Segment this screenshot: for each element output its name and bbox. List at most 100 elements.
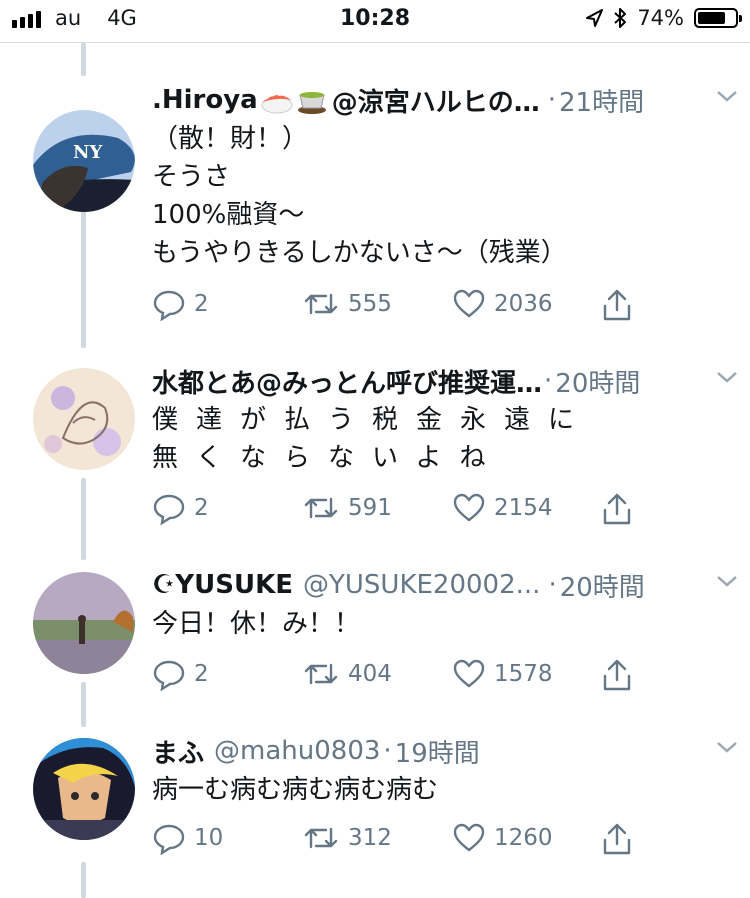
bluetooth-icon (614, 8, 627, 28)
like-icon (453, 289, 485, 318)
reply-button[interactable]: 2 (152, 287, 209, 321)
retweet-button[interactable]: 312 (302, 821, 392, 855)
tweet-text: 僕達が払う税金永遠に 無くならないよね (152, 401, 592, 477)
display-name[interactable]: .Hiroya (152, 85, 258, 115)
like-button[interactable]: 1260 (452, 821, 553, 855)
tweet-line: 100%融資〜 (152, 200, 305, 230)
like-count: 1578 (494, 661, 553, 687)
tweet-actions: 10 312 1260 (152, 821, 652, 861)
battery-percent: 74% (637, 6, 684, 30)
reply-icon (153, 290, 185, 321)
tweet[interactable]: NY .Hiroya @涼宮ハルヒの… · 21時間 （散！財！） そうさ 10… (0, 82, 750, 342)
retweet-icon (304, 663, 338, 685)
reply-icon (153, 660, 185, 691)
like-count: 1260 (494, 825, 553, 851)
retweet-button[interactable]: 591 (302, 491, 392, 525)
tweet-actions: 2 591 2154 (152, 491, 652, 531)
like-count: 2154 (494, 495, 553, 521)
tea-emoji-icon (297, 92, 326, 114)
like-icon (453, 823, 485, 852)
share-button[interactable] (600, 821, 634, 857)
like-icon (453, 493, 485, 522)
share-icon (603, 493, 631, 525)
thread-line (81, 43, 86, 76)
tweet-header: 水都とあ@みっとん呼び推奨運… · 20時間 (152, 363, 730, 399)
timestamp[interactable]: 21時間 (559, 82, 644, 119)
location-arrow-icon (586, 9, 604, 27)
status-right: 74% (585, 6, 742, 30)
tweet-actions: 2 555 2036 (152, 287, 652, 327)
share-button[interactable] (600, 287, 634, 323)
reply-count: 10 (194, 825, 224, 851)
share-icon (603, 289, 631, 321)
reply-button[interactable]: 2 (152, 657, 209, 691)
display-name[interactable]: 水都とあ@みっとん呼び推奨運… (152, 363, 542, 400)
tweet-header: .Hiroya @涼宮ハルヒの… · 21時間 (152, 82, 730, 118)
battery-level (698, 12, 725, 24)
avatar[interactable] (33, 572, 135, 674)
handle[interactable]: @mahu0803 (214, 736, 380, 766)
reply-icon (153, 494, 185, 525)
thread-line (81, 862, 86, 898)
retweet-icon (304, 497, 338, 519)
share-button[interactable] (600, 657, 634, 693)
separator-dot: · (383, 736, 392, 766)
retweet-button[interactable]: 404 (302, 657, 392, 691)
reply-count: 2 (194, 291, 209, 317)
retweet-count: 555 (348, 291, 392, 317)
like-button[interactable]: 2154 (452, 491, 553, 525)
retweet-button[interactable]: 555 (302, 287, 392, 321)
share-button[interactable] (600, 491, 634, 527)
timestamp[interactable]: 19時間 (395, 733, 480, 770)
chevron-down-icon[interactable] (716, 88, 738, 104)
chevron-down-icon[interactable] (716, 573, 738, 589)
tweet[interactable]: 水都とあ@みっとん呼び推奨運… · 20時間 僕達が払う税金永遠に 無くならない… (0, 363, 750, 553)
avatar[interactable]: NY (33, 110, 135, 212)
like-button[interactable]: 1578 (452, 657, 553, 691)
reply-button[interactable]: 10 (152, 821, 223, 855)
retweet-count: 312 (348, 825, 392, 851)
tweet[interactable]: ☪YUSUKE @YUSUKE20002... · 20時間 今日！休！み！！ … (0, 567, 750, 697)
separator-dot: · (548, 570, 557, 600)
share-icon (603, 659, 631, 691)
status-bar: au 4G 10:28 74% (0, 0, 750, 43)
timestamp[interactable]: 20時間 (555, 363, 640, 400)
chevron-down-icon[interactable] (716, 369, 738, 385)
tweet-header: まふ @mahu0803 · 19時間 (152, 733, 730, 769)
avatar[interactable] (33, 368, 135, 470)
retweet-icon (304, 827, 338, 849)
tweet-line: 僕達が払う税金永遠に (152, 405, 593, 435)
reply-icon (153, 824, 185, 855)
separator-dot: · (544, 366, 553, 396)
tweet-line: 病一む病む病む病む病む (152, 775, 439, 805)
tweet-line: （散！財！） (152, 124, 309, 154)
reply-count: 2 (194, 495, 209, 521)
battery-icon (694, 8, 742, 28)
tweet-line: そうさ (152, 162, 231, 192)
retweet-count: 404 (348, 661, 392, 687)
display-name-suffix[interactable]: @涼宮ハルヒの… (332, 82, 540, 119)
tweet[interactable]: まふ @mahu0803 · 19時間 病一む病む病む病む病む 10 312 1… (0, 733, 750, 863)
tweet-line: もうやりきるしかないさ〜（残業） (152, 238, 567, 268)
reply-count: 2 (194, 661, 209, 687)
tweet-actions: 2 404 1578 (152, 657, 652, 697)
retweet-count: 591 (348, 495, 392, 521)
tweet-line: 今日！休！み！！ (152, 609, 361, 639)
like-button[interactable]: 2036 (452, 287, 553, 321)
share-icon (603, 823, 631, 855)
tweet-line: 無くならないよね (152, 443, 504, 473)
handle[interactable]: @YUSUKE20002... (303, 570, 540, 600)
tweet-text: （散！財！） そうさ 100%融資〜 もうやりきるしかないさ〜（残業） (152, 120, 567, 272)
separator-dot: · (547, 85, 557, 115)
display-name[interactable]: ☪YUSUKE (152, 570, 293, 600)
svg-text:NY: NY (73, 142, 103, 163)
tweet-header: ☪YUSUKE @YUSUKE20002... · 20時間 (152, 567, 730, 603)
sushi-emoji-icon (261, 93, 293, 114)
avatar[interactable] (33, 738, 135, 840)
retweet-icon (304, 293, 338, 315)
display-name[interactable]: まふ (152, 733, 204, 770)
chevron-down-icon[interactable] (716, 739, 738, 755)
tweet-text: 今日！休！み！！ (152, 605, 360, 643)
timestamp[interactable]: 20時間 (560, 567, 645, 604)
reply-button[interactable]: 2 (152, 491, 209, 525)
